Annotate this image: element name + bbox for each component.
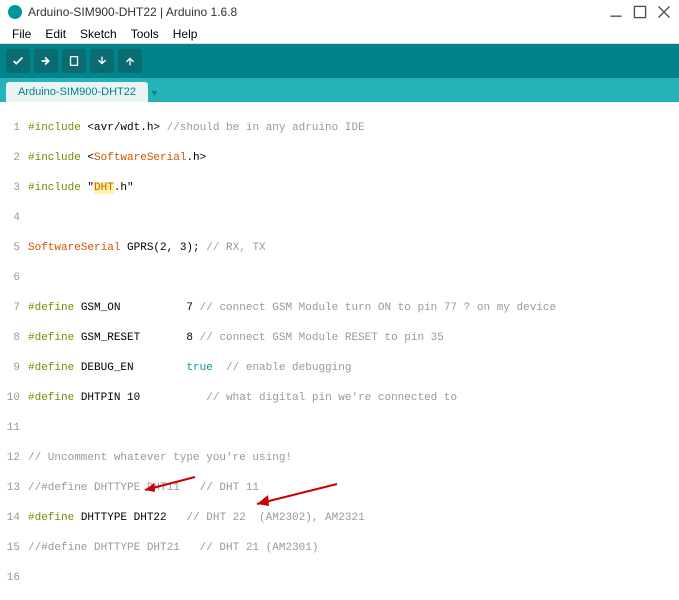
menu-help[interactable]: Help xyxy=(167,25,204,43)
maximize-button[interactable] xyxy=(633,5,647,19)
menu-tools[interactable]: Tools xyxy=(125,25,165,43)
tabstrip: Arduino-SIM900-DHT22 ▼ xyxy=(0,78,679,102)
upload-button[interactable] xyxy=(34,49,58,73)
app-logo-icon xyxy=(8,5,22,19)
close-button[interactable] xyxy=(657,5,671,19)
menu-file[interactable]: File xyxy=(6,25,37,43)
code-editor[interactable]: 1#include <avr/wdt.h> //should be in any… xyxy=(0,102,679,600)
menu-sketch[interactable]: Sketch xyxy=(74,25,123,43)
menubar: File Edit Sketch Tools Help xyxy=(0,24,679,44)
toolbar xyxy=(0,44,679,78)
tab-sketch[interactable]: Arduino-SIM900-DHT22 xyxy=(6,82,148,102)
save-button[interactable] xyxy=(118,49,142,73)
window-title: Arduino-SIM900-DHT22 | Arduino 1.6.8 xyxy=(28,5,237,19)
tab-dropdown-icon[interactable]: ▼ xyxy=(150,88,159,102)
open-button[interactable] xyxy=(90,49,114,73)
titlebar: Arduino-SIM900-DHT22 | Arduino 1.6.8 xyxy=(0,0,679,24)
verify-button[interactable] xyxy=(6,49,30,73)
new-button[interactable] xyxy=(62,49,86,73)
menu-edit[interactable]: Edit xyxy=(39,25,72,43)
minimize-button[interactable] xyxy=(609,5,623,19)
